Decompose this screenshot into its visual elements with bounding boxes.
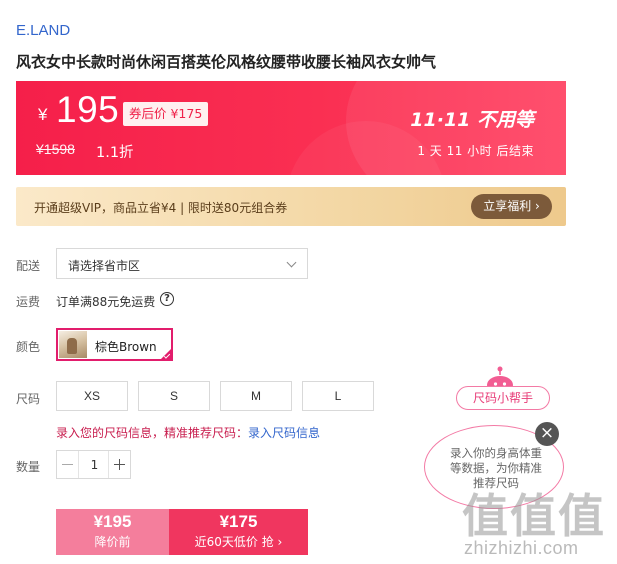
buy-coupon-price: ¥175: [219, 512, 258, 531]
brand-name[interactable]: E.LAND: [16, 22, 70, 39]
buy-original-button[interactable]: ¥195 降价前: [56, 509, 169, 555]
quantity-value[interactable]: 1: [79, 458, 110, 472]
buy-coupon-button[interactable]: ¥175 近60天低价 抢 ›: [169, 509, 308, 555]
delivery-label: 配送: [16, 259, 41, 273]
size-option-s[interactable]: S: [138, 381, 210, 411]
size-hint-link[interactable]: 录入尺码信息: [248, 426, 320, 440]
watermark-url: zhizhizhi.com: [464, 538, 579, 558]
currency-symbol: ¥: [38, 105, 48, 124]
promo-countdown: 1 天 11 小时 后结束: [417, 144, 534, 158]
original-price: ¥1598: [36, 141, 75, 157]
vip-text: 开通超级VIP，商品立省¥4 | 限时送80元组合券: [34, 201, 288, 215]
size-hint: 录入您的尺码信息，精准推荐尺码：录入尺码信息: [56, 424, 320, 441]
product-title: 风衣女中长款时尚休闲百搭英伦风格纹腰带收腰长袖风衣女帅气: [16, 53, 437, 71]
coupon-price-tag: 券后价 ¥175: [123, 102, 209, 126]
size-label: 尺码: [16, 392, 41, 406]
color-label: 颜色: [16, 340, 41, 354]
discount-rate: 1.1折: [96, 145, 134, 161]
vip-benefit-button[interactable]: 立享福利 ›: [471, 194, 552, 219]
buy-original-price: ¥195: [93, 512, 132, 531]
quantity-label: 数量: [16, 460, 41, 474]
size-option-m[interactable]: M: [220, 381, 292, 411]
color-thumbnail: [59, 331, 87, 358]
price-banner: ¥ 195 券后价 ¥175 ¥1598 1.1折 11·11 不用等 1 天 …: [16, 81, 566, 175]
close-icon[interactable]: ×: [535, 422, 559, 446]
buy-original-sub: 降价前: [94, 535, 131, 549]
watermark-glyph: 值: [510, 489, 556, 543]
promo-title: 11·11 不用等: [410, 109, 534, 131]
vip-bar[interactable]: 开通超级VIP，商品立省¥4 | 限时送80元组合券 立享福利 ›: [16, 187, 566, 226]
chevron-down-icon: [286, 257, 297, 268]
watermark-glyph: 值: [462, 489, 508, 543]
region-select-value: 请选择省市区: [68, 259, 141, 273]
current-price: 195: [56, 89, 120, 130]
plus-button[interactable]: [108, 451, 130, 478]
size-hint-text: 录入您的尺码信息，精准推荐尺码：: [56, 426, 249, 440]
color-option-label: 棕色Brown: [95, 340, 157, 354]
watermark-glyph: 值: [558, 489, 604, 543]
size-helper-pill[interactable]: 尺码小帮手: [456, 386, 550, 410]
quantity-stepper: 1: [56, 450, 131, 479]
color-option-brown[interactable]: 棕色Brown: [56, 328, 173, 361]
region-select[interactable]: 请选择省市区: [56, 248, 308, 279]
size-option-xs[interactable]: XS: [56, 381, 128, 411]
minus-button[interactable]: [57, 451, 79, 478]
size-option-l[interactable]: L: [302, 381, 374, 411]
freight-text: 订单满88元免运费: [56, 295, 156, 309]
freight-label: 运费: [16, 295, 41, 309]
question-icon[interactable]: ?: [160, 292, 174, 306]
buy-coupon-sub: 近60天低价 抢 ›: [194, 535, 283, 549]
watermark: 值 值 值 zhizhizhi.com: [462, 480, 612, 562]
